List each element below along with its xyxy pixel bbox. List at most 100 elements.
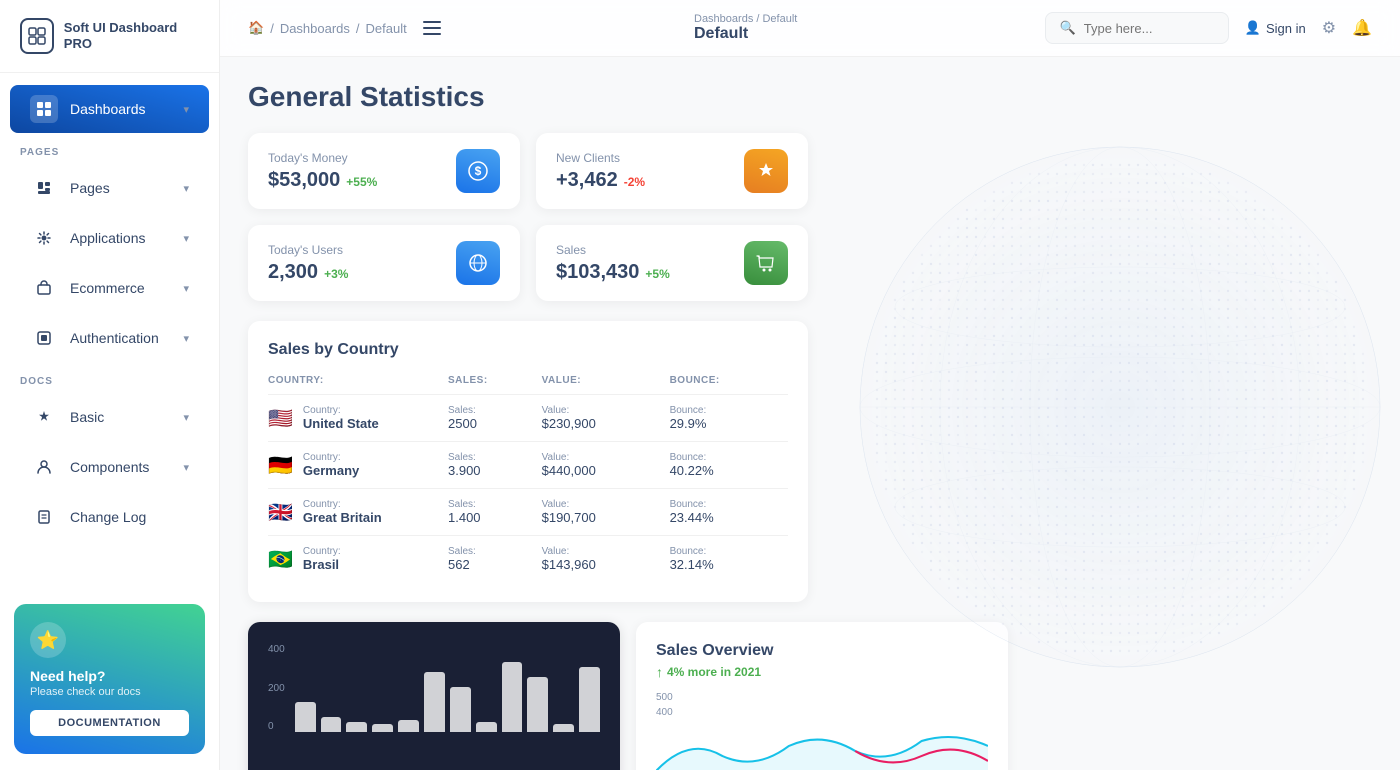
chart-bar: [579, 667, 600, 732]
sales-cell: Sales: 3.900: [448, 442, 542, 489]
stat-icon-users: [456, 241, 500, 285]
bounce-cell: Bounce: 29.9%: [670, 395, 788, 442]
stat-badge-money: +55%: [346, 175, 377, 189]
help-title: Need help?: [30, 668, 189, 684]
main-content: 🏠 / Dashboards / Default Dashboards / De…: [220, 0, 1400, 770]
sidebar-item-applications[interactable]: Applications ▾: [10, 214, 209, 262]
help-box: ⭐ Need help? Please check our docs DOCUM…: [14, 604, 205, 754]
chart-bar: [424, 672, 445, 732]
bounce-cell: Bounce: 40.22%: [670, 442, 788, 489]
table-row: 🇧🇷 Country: Brasil Sales: 562 Value: $14…: [268, 536, 788, 583]
sales-overview-card: Sales Overview ↑ 4% more in 2021 500 400: [636, 622, 1008, 770]
stat-value-clients: +3,462: [556, 169, 618, 192]
sidebar-item-pages[interactable]: Pages ▾: [10, 164, 209, 212]
search-icon: 🔍: [1060, 20, 1076, 36]
topbar: 🏠 / Dashboards / Default Dashboards / De…: [220, 0, 1400, 57]
dashboards-arrow: ▾: [183, 103, 189, 116]
notification-icon[interactable]: 🔔: [1352, 18, 1372, 38]
stat-icon-clients: [744, 149, 788, 193]
bounce-cell: Bounce: 32.14%: [670, 536, 788, 583]
pages-section-label: PAGES: [0, 135, 219, 162]
chart-bar: [372, 724, 393, 732]
sidebar-item-authentication[interactable]: Authentication ▾: [10, 314, 209, 362]
value-cell: Value: $230,900: [542, 395, 670, 442]
sidebar-item-label: Authentication: [70, 330, 159, 346]
chart-bar: [450, 687, 471, 732]
stat-card-clients: New Clients +3,462 -2%: [536, 133, 808, 209]
menu-toggle[interactable]: [423, 21, 441, 35]
stat-value-sales: $103,430: [556, 261, 639, 284]
stat-label-users: Today's Users: [268, 243, 348, 257]
sign-in-label: Sign in: [1266, 21, 1306, 36]
country-cell: 🇺🇸 Country: United State: [268, 395, 448, 442]
applications-arrow: ▾: [183, 232, 189, 245]
stat-label-clients: New Clients: [556, 151, 645, 165]
stat-card-money: Today's Money $53,000 +55% $: [248, 133, 520, 209]
breadcrumb: 🏠 / Dashboards / Default: [248, 20, 407, 36]
bar-chart-card: 400 200 0: [248, 622, 620, 770]
documentation-button[interactable]: DOCUMENTATION: [30, 710, 189, 736]
value-cell: Value: $143,960: [542, 536, 670, 583]
chart-bar: [321, 717, 342, 732]
sidebar-nav: Dashboards ▾ PAGES Pages ▾: [0, 73, 219, 588]
sidebar-item-label: Components: [70, 459, 149, 475]
breadcrumb-default: Default: [366, 21, 407, 36]
sidebar-item-label: Change Log: [70, 509, 146, 525]
topbar-right: 🔍 👤 Sign in ⚙ 🔔: [1045, 12, 1372, 44]
search-box[interactable]: 🔍: [1045, 12, 1229, 44]
sidebar-item-components[interactable]: Components ▾: [10, 443, 209, 491]
stats-row: Today's Money $53,000 +55% $ New Clients: [248, 133, 808, 301]
table-row: 🇺🇸 Country: United State Sales: 2500 Val…: [268, 395, 788, 442]
country-cell: 🇬🇧 Country: Great Britain: [268, 489, 448, 536]
sidebar: Soft UI Dashboard PRO Dashboards ▾ PAGES: [0, 0, 220, 770]
chart-bar: [346, 722, 367, 732]
sales-cell: Sales: 1.400: [448, 489, 542, 536]
help-star-icon: ⭐: [30, 622, 66, 658]
table-row: 🇩🇪 Country: Germany Sales: 3.900 Value: …: [268, 442, 788, 489]
logo-icon: [20, 18, 54, 54]
svg-text:$: $: [475, 164, 482, 178]
user-icon: 👤: [1245, 20, 1261, 36]
stat-value-money: $53,000: [268, 169, 340, 192]
authentication-icon: [30, 324, 58, 352]
chart-bar: [295, 702, 316, 732]
stat-value-users: 2,300: [268, 261, 318, 284]
sales-by-country-card: Sales by Country Country: Sales: Value: …: [248, 321, 808, 602]
dashboards-icon: [30, 95, 58, 123]
value-cell: Value: $440,000: [542, 442, 670, 489]
docs-section-label: DOCS: [0, 364, 219, 391]
basic-arrow: ▾: [183, 411, 189, 424]
sidebar-item-basic[interactable]: Basic ▾: [10, 393, 209, 441]
help-subtitle: Please check our docs: [30, 686, 189, 698]
bounce-col-header: Bounce:: [670, 375, 788, 395]
sales-cell: Sales: 2500: [448, 395, 542, 442]
sidebar-item-changelog[interactable]: Change Log: [10, 493, 209, 541]
stat-badge-users: +3%: [324, 267, 348, 281]
overview-subtitle: 4% more in 2021: [667, 665, 761, 679]
pages-icon: [30, 174, 58, 202]
sidebar-item-ecommerce[interactable]: Ecommerce ▾: [10, 264, 209, 312]
sign-in-button[interactable]: 👤 Sign in: [1245, 20, 1306, 36]
search-input[interactable]: [1084, 21, 1214, 36]
stat-badge-clients: -2%: [624, 175, 645, 189]
chart-bar: [502, 662, 523, 732]
globe-decoration: [820, 117, 1400, 697]
value-cell: Value: $190,700: [542, 489, 670, 536]
components-arrow: ▾: [183, 461, 189, 474]
sales-country-title: Sales by Country: [268, 341, 788, 359]
chart-bar: [476, 722, 497, 732]
sidebar-item-dashboards[interactable]: Dashboards ▾: [10, 85, 209, 133]
sales-col-header: Sales:: [448, 375, 542, 395]
changelog-icon: [30, 503, 58, 531]
settings-icon[interactable]: ⚙: [1322, 18, 1336, 38]
stat-label-money: Today's Money: [268, 151, 377, 165]
country-cell: 🇩🇪 Country: Germany: [268, 442, 448, 489]
page-body: General Statistics Today's Money $53,000…: [220, 57, 1400, 770]
chart-bar: [527, 677, 548, 732]
chart-bar: [398, 720, 419, 732]
bounce-cell: Bounce: 23.44%: [670, 489, 788, 536]
breadcrumb-dashboards: Dashboards: [280, 21, 350, 36]
page-title: General Statistics: [248, 81, 1372, 113]
stat-label-sales: Sales: [556, 243, 670, 257]
sidebar-logo: Soft UI Dashboard PRO: [0, 0, 219, 73]
